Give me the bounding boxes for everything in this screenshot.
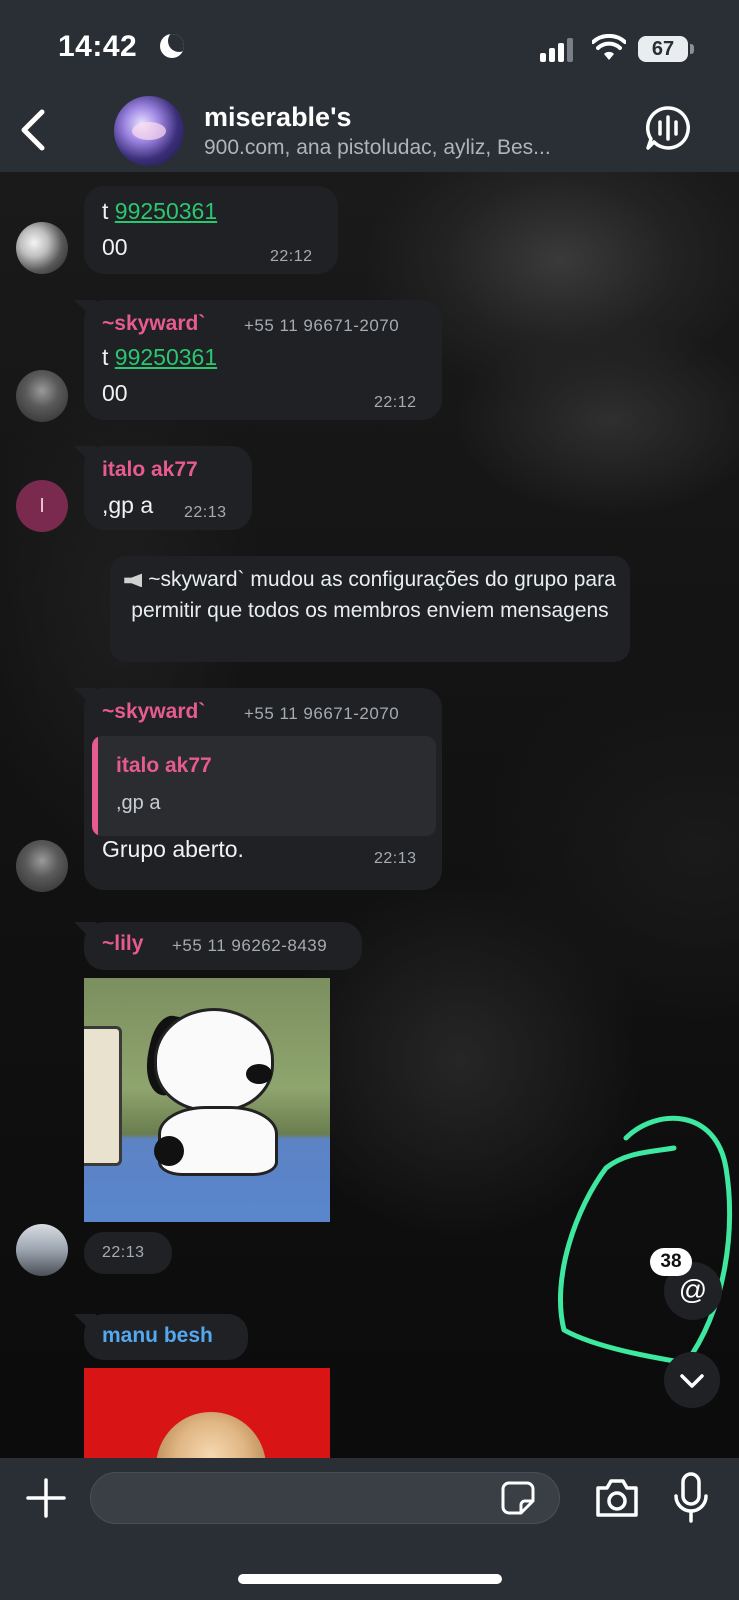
message-text-line: 00: [102, 380, 128, 406]
jar-drawing: [84, 1026, 122, 1166]
group-members-list[interactable]: 900.com, ana pistoludac, ayliz, Bes...: [204, 136, 624, 160]
message-input-box[interactable]: [90, 1472, 560, 1524]
message-bubble[interactable]: ~skyward` +55 11 96671-2070 t 99250361 0…: [84, 300, 442, 420]
message-sender[interactable]: ~skyward`: [102, 700, 205, 724]
message-sender[interactable]: ~lily: [102, 932, 143, 956]
chat-header: 14:42 67 miserable's 900.com, ana pistol…: [0, 0, 739, 172]
quoted-text: ,gp a: [116, 792, 161, 814]
sender-phone: +55 11 96262-8439: [172, 936, 328, 955]
group-call-icon[interactable]: [644, 104, 692, 152]
megaphone-icon: [124, 573, 143, 588]
sender-header-bubble: manu besh: [84, 1314, 248, 1360]
plus-icon[interactable]: [26, 1478, 66, 1518]
image-red-photo[interactable]: [84, 1368, 330, 1458]
sender-avatar[interactable]: [16, 222, 68, 274]
message-input[interactable]: [109, 1473, 489, 1523]
sender-header-bubble: ~lily +55 11 96262-8439: [84, 922, 362, 970]
camera-icon[interactable]: [594, 1476, 640, 1520]
drawing-nose: [246, 1064, 272, 1084]
message-bubble[interactable]: t 99250361 00 22:12: [84, 186, 338, 274]
message-text: t 99250361: [102, 344, 218, 370]
time-bubble: 22:13: [84, 1232, 172, 1274]
drawing-head: [154, 1008, 274, 1112]
wifi-icon: [592, 34, 626, 60]
message-time: 22:13: [184, 504, 227, 521]
message-text: Grupo aberto.: [102, 836, 244, 862]
status-time: 14:42: [58, 30, 138, 63]
message-sender[interactable]: italo ak77: [102, 458, 198, 482]
focus-moon-icon: [160, 34, 184, 58]
message-sender[interactable]: ~skyward`: [102, 312, 205, 336]
message-time: 22:12: [270, 248, 313, 265]
sticker-icon[interactable]: [501, 1481, 535, 1515]
sender-avatar[interactable]: [16, 1224, 68, 1276]
message-text: ,gp a: [102, 492, 154, 518]
message-time: 22:12: [374, 394, 417, 411]
drawing-spot: [154, 1136, 184, 1166]
cellular-signal-icon: [540, 38, 574, 62]
quoted-sender: italo ak77: [116, 754, 212, 777]
phone-link[interactable]: 99250361: [115, 344, 217, 370]
quoted-message[interactable]: italo ak77 ,gp a: [92, 736, 436, 836]
sender-avatar[interactable]: [16, 840, 68, 892]
message-time: 22:13: [102, 1244, 145, 1261]
microphone-icon[interactable]: [672, 1472, 710, 1524]
message-bubble[interactable]: italo ak77 ,gp a 22:13: [84, 446, 252, 530]
back-chevron-icon[interactable]: [14, 106, 54, 154]
system-notice: ~skyward` mudou as configurações do grup…: [110, 556, 630, 662]
battery-indicator: 67: [638, 36, 694, 62]
sender-phone: +55 11 96671-2070: [244, 316, 400, 335]
quote-bar: [92, 736, 98, 836]
message-text: t 99250361: [102, 198, 218, 224]
group-avatar[interactable]: [114, 96, 184, 166]
phone-link[interactable]: 99250361: [115, 198, 217, 224]
system-notice-text: ~skyward` mudou as configurações do grup…: [131, 568, 616, 622]
sender-phone: +55 11 96671-2070: [244, 704, 400, 723]
message-sender[interactable]: manu besh: [102, 1324, 213, 1348]
message-text-line: 00: [102, 234, 128, 260]
sender-avatar[interactable]: [16, 370, 68, 422]
scroll-down-chevron-icon[interactable]: [664, 1352, 720, 1408]
image-snoopy[interactable]: [84, 978, 330, 1222]
mention-count-badge: 38: [650, 1248, 692, 1276]
home-indicator[interactable]: [238, 1574, 502, 1584]
sender-avatar[interactable]: I: [16, 480, 68, 532]
message-time: 22:13: [374, 850, 417, 867]
group-name[interactable]: miserable's: [204, 102, 352, 133]
